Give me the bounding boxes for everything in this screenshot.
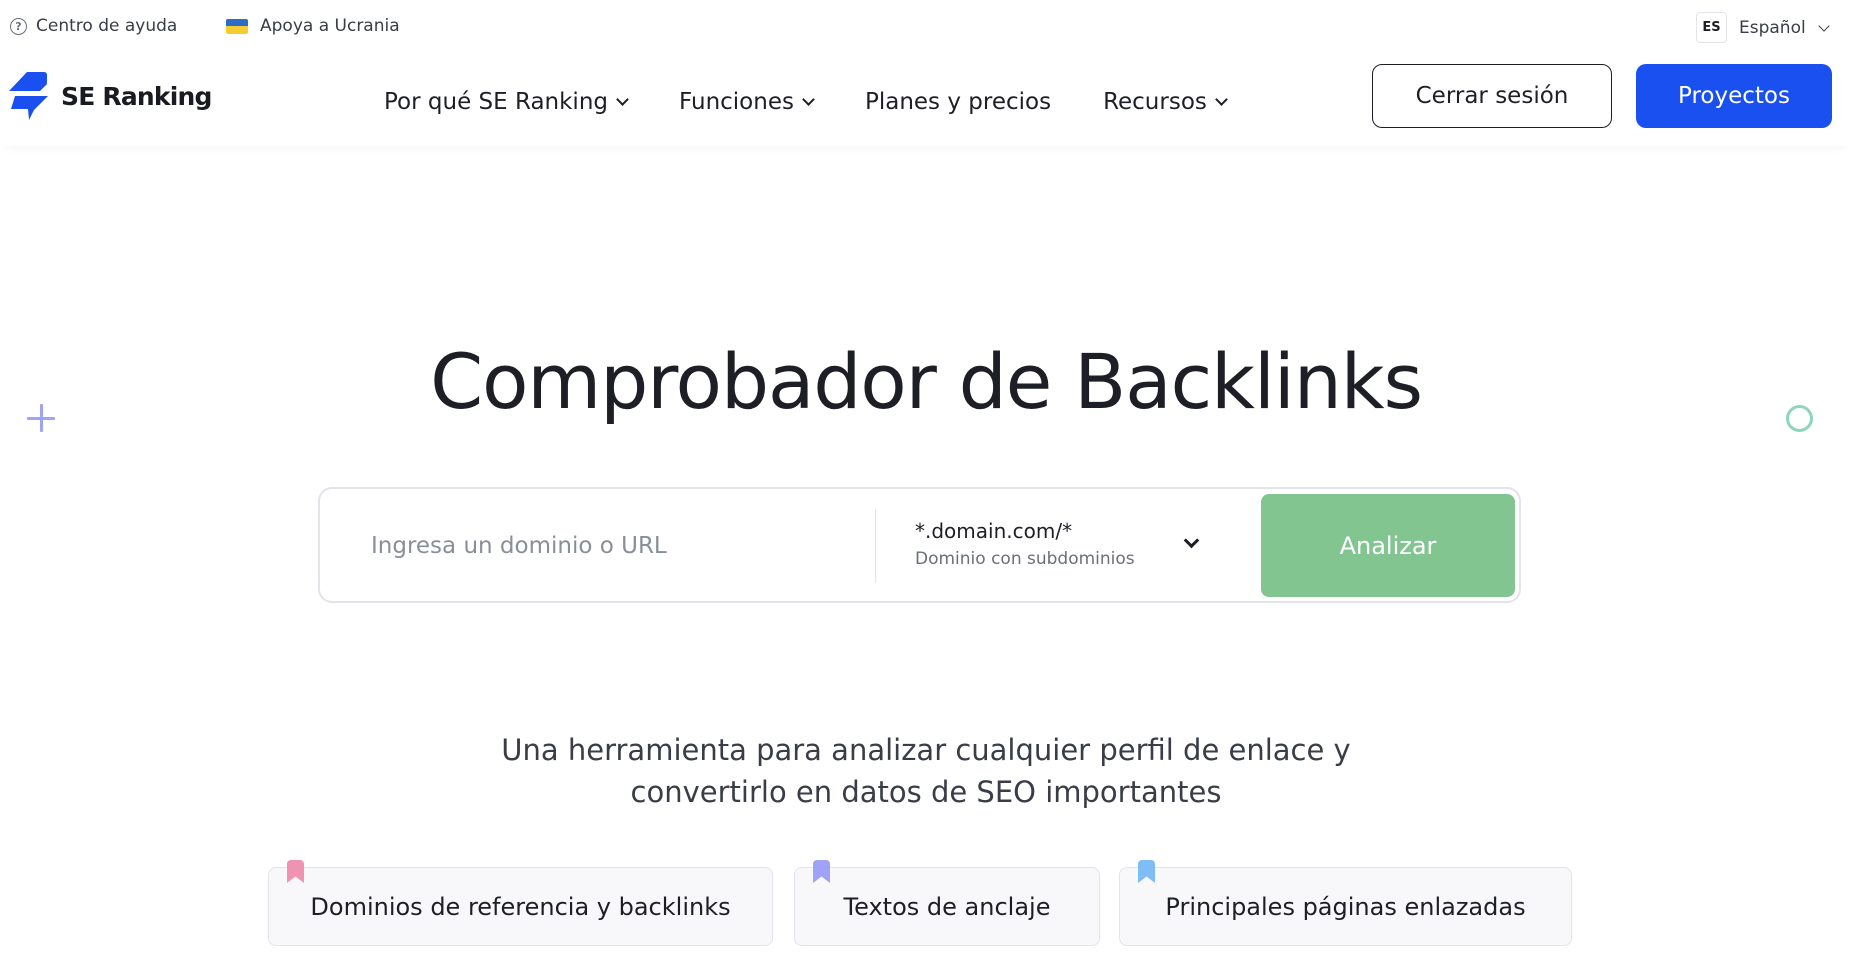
feature-card-label: Textos de anclaje — [843, 892, 1051, 921]
nav-item-label: Funciones — [679, 89, 794, 115]
chevron-down-icon — [1818, 19, 1830, 32]
main-nav: Por qué SE Ranking Funciones Planes y pr… — [384, 78, 1278, 126]
language-code-badge: ES — [1696, 12, 1727, 43]
chevron-down-icon — [802, 93, 815, 106]
language-selector[interactable]: ES Español — [1696, 12, 1830, 43]
support-ukraine-label: Apoya a Ucrania — [260, 16, 400, 36]
feature-card-label: Principales páginas enlazadas — [1165, 892, 1526, 921]
nav-item-plans-pricing[interactable]: Planes y precios — [865, 89, 1051, 115]
feature-card-referring-domains[interactable]: Dominios de referencia y backlinks — [268, 860, 773, 946]
ukraine-flag-icon — [226, 18, 248, 34]
scope-description: Dominio con subdominios — [915, 549, 1135, 569]
hero-subtitle: Una herramienta para analizar cualquier … — [0, 729, 1852, 813]
language-label: Español — [1739, 17, 1806, 38]
help-center-link[interactable]: ? Centro de ayuda — [10, 16, 177, 36]
scope-value: *.domain.com/* — [915, 519, 1073, 543]
analyze-button[interactable]: Analizar — [1261, 494, 1515, 597]
search-divider — [875, 509, 876, 583]
feature-card-label: Dominios de referencia y backlinks — [310, 892, 731, 921]
support-ukraine-link[interactable]: Apoya a Ucrania — [226, 16, 400, 36]
chevron-down-icon — [1215, 93, 1228, 106]
subtitle-line-2: convertirlo en datos de SEO importantes — [630, 775, 1222, 809]
bookmark-icon — [1138, 860, 1155, 883]
feature-card-top-linked-pages[interactable]: Principales páginas enlazadas — [1119, 860, 1572, 946]
nav-item-label: Por qué SE Ranking — [384, 89, 609, 115]
se-ranking-logo-icon — [9, 72, 48, 120]
logout-button[interactable]: Cerrar sesión — [1372, 64, 1612, 128]
nav-item-label: Planes y precios — [864, 89, 1052, 115]
logo-text: SE Ranking — [61, 81, 212, 111]
chevron-down-icon — [616, 93, 629, 106]
backlink-search-form: *.domain.com/* Dominio con subdominios A… — [318, 487, 1521, 603]
subtitle-line-1: Una herramienta para analizar cualquier … — [501, 733, 1351, 767]
projects-button[interactable]: Proyectos — [1636, 64, 1832, 128]
feature-card-anchor-texts[interactable]: Textos de anclaje — [794, 860, 1100, 946]
question-circle-icon: ? — [10, 17, 27, 35]
logo[interactable]: SE Ranking — [7, 72, 212, 120]
bookmark-icon — [287, 860, 304, 883]
main-header: SE Ranking Por qué SE Ranking Funciones … — [0, 56, 1852, 146]
domain-url-input[interactable] — [371, 511, 861, 581]
nav-item-why-se-ranking[interactable]: Por qué SE Ranking — [384, 89, 629, 115]
domain-scope-select[interactable]: *.domain.com/* Dominio con subdominios — [915, 511, 1245, 581]
page-title: Comprobador de Backlinks — [430, 337, 1423, 426]
help-center-label: Centro de ayuda — [36, 16, 178, 36]
chevron-down-icon — [1183, 532, 1200, 549]
nav-item-resources[interactable]: Recursos — [1103, 89, 1228, 115]
bookmark-icon — [813, 860, 830, 883]
nav-item-label: Recursos — [1103, 89, 1207, 115]
top-utility-bar: ? Centro de ayuda Apoya a Ucrania ES Esp… — [0, 0, 1852, 56]
nav-item-features[interactable]: Funciones — [679, 89, 815, 115]
